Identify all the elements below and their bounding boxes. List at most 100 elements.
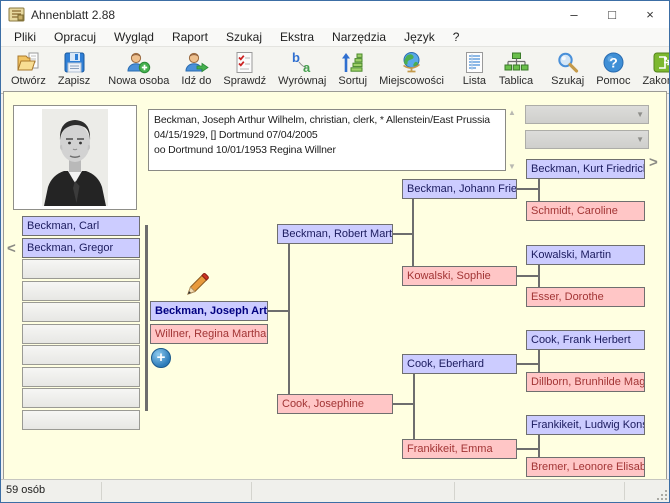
edit-pencil-icon[interactable] xyxy=(182,270,210,298)
toolbar: Otwórz Zapisz Nowa osoba Idź do Sprawdź … xyxy=(1,47,669,94)
empty-slot[interactable] xyxy=(22,259,140,279)
resize-grip[interactable] xyxy=(655,488,667,500)
node-great-grandfather-fmf[interactable]: Kowalski, Martin xyxy=(526,245,645,265)
node-great-grandmother-mfm[interactable]: Dillborn, Brunhilde Maga xyxy=(526,372,645,392)
maximize-button[interactable]: □ xyxy=(593,1,631,28)
goto-person-icon xyxy=(184,50,209,75)
toolbar-label: Idź do xyxy=(181,75,211,87)
toolbar-label: Zakończ xyxy=(642,75,670,87)
title-bar: Ahnenblatt 2.88 – □ × xyxy=(1,1,669,28)
empty-slot[interactable] xyxy=(22,345,140,365)
connector-line xyxy=(288,244,290,394)
toolbar-label: Miejscowości xyxy=(379,75,444,87)
node-child-gregor[interactable]: Beckman, Gregor xyxy=(22,238,140,258)
toolbar-label: Sortuj xyxy=(338,75,367,87)
connector-line xyxy=(393,233,414,235)
node-main-person[interactable]: Beckman, Joseph Arthu xyxy=(150,301,268,321)
new-person-button[interactable]: Nowa osoba xyxy=(102,48,175,92)
window-title: Ahnenblatt 2.88 xyxy=(31,8,555,22)
node-spouse[interactable]: Willner, Regina Martha K xyxy=(150,324,268,344)
table-button[interactable]: Tablica xyxy=(493,48,539,92)
toolbar-label: Nowa osoba xyxy=(108,75,169,87)
spouse-combobox-2[interactable]: ▼ xyxy=(525,130,649,149)
connector-line xyxy=(538,265,540,287)
empty-slot[interactable] xyxy=(22,367,140,387)
menu-narzedzia[interactable]: Narzędzia xyxy=(323,29,395,45)
connector-line xyxy=(538,435,540,457)
node-paternal-grandfather[interactable]: Beckman, Johann Friedri xyxy=(402,179,517,199)
node-maternal-grandmother[interactable]: Frankikeit, Emma xyxy=(402,439,517,459)
add-person-plus-icon[interactable]: + xyxy=(151,348,171,368)
toolbar-label: Lista xyxy=(463,75,486,87)
empty-slot[interactable] xyxy=(22,324,140,344)
node-mother[interactable]: Cook, Josephine xyxy=(277,394,393,414)
toolbar-label: Sprawdź xyxy=(223,75,266,87)
node-great-grandmother-ffm[interactable]: Schmidt, Caroline xyxy=(526,201,645,221)
scroll-down-icon[interactable]: ▼ xyxy=(508,162,516,171)
connector-line xyxy=(517,363,540,365)
spouse-combobox-1[interactable]: ▼ xyxy=(525,105,649,124)
children-bracket-line xyxy=(145,225,148,411)
align-button[interactable]: ba Wyrównaj xyxy=(272,48,332,92)
info-line: oo Dortmund 10/01/1953 Regina Willner xyxy=(154,143,500,158)
statusbar-separator xyxy=(624,482,625,500)
scroll-up-icon[interactable]: ▲ xyxy=(508,108,516,117)
quit-button[interactable]: Zakończ xyxy=(636,48,670,92)
window-controls: – □ × xyxy=(555,1,669,28)
person-photo[interactable] xyxy=(13,105,137,210)
empty-slot[interactable] xyxy=(22,281,140,301)
connector-line xyxy=(268,310,290,312)
tree-chart-icon xyxy=(504,50,529,75)
portrait-image xyxy=(42,109,108,206)
svg-text:b: b xyxy=(292,50,300,65)
empty-slot[interactable] xyxy=(22,302,140,322)
node-great-grandmother-fmm[interactable]: Esser, Dorothe xyxy=(526,287,645,307)
nav-next-arrow[interactable]: > xyxy=(649,154,658,171)
menu-szukaj[interactable]: Szukaj xyxy=(217,29,271,45)
check-button[interactable]: Sprawdź xyxy=(217,48,272,92)
menu-help[interactable]: ? xyxy=(444,29,469,45)
search-button[interactable]: Szukaj xyxy=(545,48,590,92)
empty-slot[interactable] xyxy=(22,388,140,408)
help-button[interactable]: ? Pomoc xyxy=(590,48,636,92)
person-info-panel[interactable]: Beckman, Joseph Arthur Wilhelm, christia… xyxy=(148,109,506,171)
help-question-icon: ? xyxy=(601,50,626,75)
open-button[interactable]: Otwórz xyxy=(5,48,52,92)
menu-bar: Pliki Opracuj Wygląd Raport Szukaj Ekstr… xyxy=(1,28,669,47)
goto-person-button[interactable]: Idź do xyxy=(175,48,217,92)
node-great-grandmother-mmm[interactable]: Bremer, Leonore Elisabet xyxy=(526,457,645,477)
node-father[interactable]: Beckman, Robert Martin xyxy=(277,224,393,244)
app-logo-icon xyxy=(8,6,25,23)
node-great-grandfather-mmf[interactable]: Frankikeit, Ludwig Konsta xyxy=(526,415,645,435)
menu-wyglad[interactable]: Wygląd xyxy=(105,29,163,45)
close-button[interactable]: × xyxy=(631,1,669,28)
empty-slot[interactable] xyxy=(22,410,140,430)
statusbar-separator xyxy=(101,482,102,500)
node-maternal-grandfather[interactable]: Cook, Eberhard xyxy=(402,354,517,374)
node-child-carl[interactable]: Beckman, Carl xyxy=(22,216,140,236)
new-person-icon xyxy=(126,50,151,75)
toolbar-label: Szukaj xyxy=(551,75,584,87)
menu-jezyk[interactable]: Język xyxy=(395,29,444,45)
minimize-button[interactable]: – xyxy=(555,1,593,28)
toolbar-label: Wyrównaj xyxy=(278,75,326,87)
sort-button[interactable]: Sortuj xyxy=(332,48,373,92)
menu-pliki[interactable]: Pliki xyxy=(5,29,45,45)
menu-ekstra[interactable]: Ekstra xyxy=(271,29,323,45)
svg-text:a: a xyxy=(303,60,311,75)
places-globe-icon xyxy=(399,50,424,75)
status-bar: 59 osób xyxy=(1,479,669,502)
node-great-grandfather-fff[interactable]: Beckman, Kurt Friedrich xyxy=(526,159,645,179)
places-button[interactable]: Miejscowości xyxy=(373,48,450,92)
connector-line xyxy=(517,275,540,277)
menu-raport[interactable]: Raport xyxy=(163,29,217,45)
menu-opracuj[interactable]: Opracuj xyxy=(45,29,105,45)
node-paternal-grandmother[interactable]: Kowalski, Sophie xyxy=(402,266,517,286)
save-button[interactable]: Zapisz xyxy=(52,48,96,92)
info-line: 04/15/1929, [] Dortmund 07/04/2005 xyxy=(154,128,500,143)
list-button[interactable]: Lista xyxy=(456,48,493,92)
save-floppy-icon xyxy=(62,50,87,75)
node-great-grandfather-mff[interactable]: Cook, Frank Herbert xyxy=(526,330,645,350)
nav-previous-arrow[interactable]: < xyxy=(7,240,16,257)
toolbar-label: Tablica xyxy=(499,75,533,87)
